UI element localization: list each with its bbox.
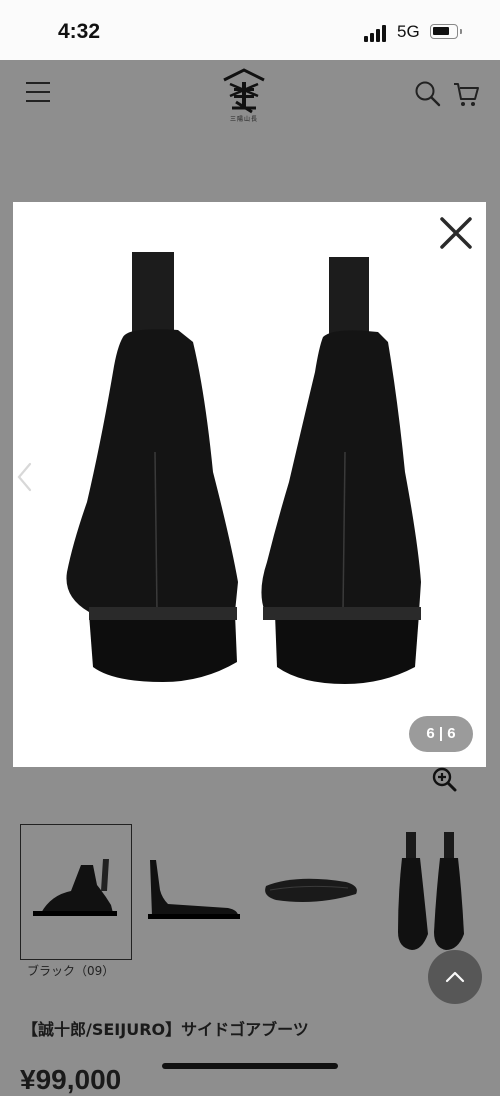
thumbnail-3[interactable]	[256, 824, 368, 960]
thumbnail-strip	[0, 824, 500, 964]
thumbnail-1[interactable]	[20, 824, 132, 960]
product-image	[66, 252, 421, 684]
cart-icon[interactable]	[452, 80, 480, 108]
chevron-left-icon[interactable]	[14, 460, 34, 494]
product-price: ¥99,000	[20, 1064, 122, 1095]
right-boot-image	[261, 257, 421, 684]
signal-icon	[364, 24, 390, 42]
hamburger-icon[interactable]	[26, 82, 50, 102]
network-label: 5G	[397, 22, 420, 41]
home-indicator[interactable]	[162, 1063, 338, 1069]
color-caption: ブラック（09）	[27, 964, 115, 978]
battery-icon	[430, 24, 462, 39]
thumbnail-2[interactable]	[138, 824, 250, 960]
chevron-up-icon	[445, 971, 465, 983]
status-time: 4:32	[58, 20, 101, 43]
status-bar: 4:32 5G	[0, 0, 500, 60]
image-lightbox: 6 | 6	[13, 202, 486, 767]
zoom-in-icon[interactable]	[431, 766, 457, 792]
left-boot-image	[66, 252, 238, 682]
logo-subtext: 三陽山長	[229, 116, 258, 123]
search-icon[interactable]	[414, 80, 442, 108]
image-counter: 6 | 6	[409, 716, 473, 752]
scroll-to-top-button[interactable]	[428, 950, 482, 1004]
thumbnail-4[interactable]	[376, 824, 488, 960]
site-header: 三陽山長	[0, 60, 500, 130]
product-title: 【誠十郎/SEIJURO】サイドゴアブーツ	[22, 1020, 309, 1039]
brand-logo[interactable]: 三陽山長	[220, 66, 268, 124]
